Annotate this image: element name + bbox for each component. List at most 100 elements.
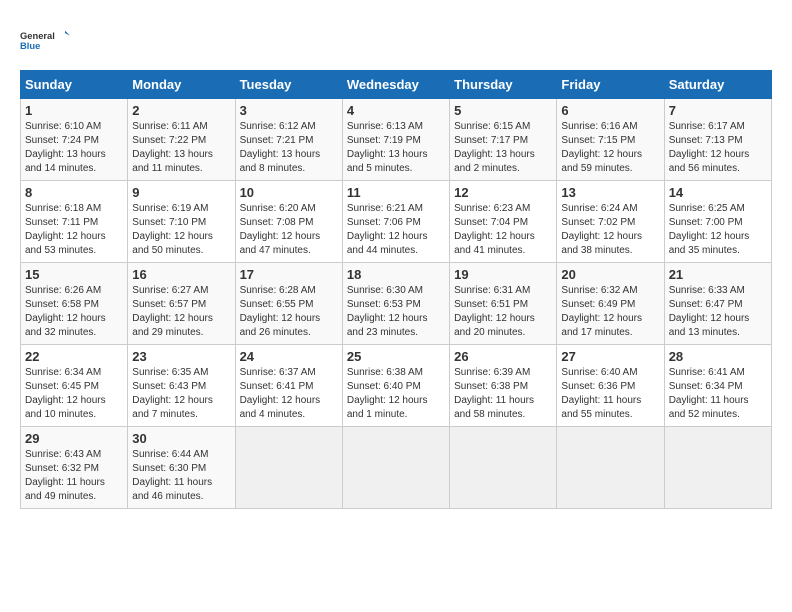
day-info: Sunrise: 6:40 AM Sunset: 6:36 PM Dayligh… xyxy=(561,366,659,422)
calendar-week-row: 15 Sunrise: 6:26 AM Sunset: 6:58 PM Dayli… xyxy=(21,263,772,345)
calendar-cell: 20 Sunrise: 6:32 AM Sunset: 6:49 PM Dayli… xyxy=(557,263,664,345)
weekday-header: Monday xyxy=(128,71,235,99)
day-number: 17 xyxy=(240,267,338,282)
day-info: Sunrise: 6:17 AM Sunset: 7:13 PM Dayligh… xyxy=(669,120,767,176)
calendar-cell: 14Sunrise: 6:25 AM Sunset: 7:00 PM Dayli… xyxy=(664,181,771,263)
day-info: Sunrise: 6:27 AM Sunset: 6:57 PM Dayligh… xyxy=(132,284,230,340)
svg-text:General: General xyxy=(20,31,55,41)
day-number: 20 xyxy=(561,267,659,282)
calendar-week-row: 29 Sunrise: 6:43 AM Sunset: 6:32 PM Dayli… xyxy=(21,427,772,509)
day-number: 11 xyxy=(347,185,445,200)
day-info: Sunrise: 6:20 AM Sunset: 7:08 PM Dayligh… xyxy=(240,202,338,258)
page-header: General Blue xyxy=(20,20,772,60)
calendar-cell: 3 Sunrise: 6:12 AM Sunset: 7:21 PM Daylig… xyxy=(235,99,342,181)
day-number: 9 xyxy=(132,185,230,200)
calendar-cell: 22 Sunrise: 6:34 AM Sunset: 6:45 PM Dayli… xyxy=(21,345,128,427)
calendar-cell: 16 Sunrise: 6:27 AM Sunset: 6:57 PM Dayli… xyxy=(128,263,235,345)
day-number: 13 xyxy=(561,185,659,200)
day-number: 3 xyxy=(240,103,338,118)
calendar-cell: 2 Sunrise: 6:11 AM Sunset: 7:22 PM Daylig… xyxy=(128,99,235,181)
weekday-header: Thursday xyxy=(450,71,557,99)
day-number: 14 xyxy=(669,185,767,200)
day-info: Sunrise: 6:35 AM Sunset: 6:43 PM Dayligh… xyxy=(132,366,230,422)
logo-svg: General Blue xyxy=(20,20,70,60)
day-info: Sunrise: 6:33 AM Sunset: 6:47 PM Dayligh… xyxy=(669,284,767,340)
day-info: Sunrise: 6:24 AM Sunset: 7:02 PM Dayligh… xyxy=(561,202,659,258)
calendar-cell xyxy=(557,427,664,509)
calendar-cell: 9 Sunrise: 6:19 AM Sunset: 7:10 PM Daylig… xyxy=(128,181,235,263)
logo: General Blue xyxy=(20,20,70,60)
day-number: 22 xyxy=(25,349,123,364)
calendar-week-row: 1 Sunrise: 6:10 AM Sunset: 7:24 PM Daylig… xyxy=(21,99,772,181)
calendar-cell xyxy=(235,427,342,509)
day-info: Sunrise: 6:18 AM Sunset: 7:11 PM Dayligh… xyxy=(25,202,123,258)
day-number: 18 xyxy=(347,267,445,282)
day-number: 12 xyxy=(454,185,552,200)
day-info: Sunrise: 6:15 AM Sunset: 7:17 PM Dayligh… xyxy=(454,120,552,176)
calendar-cell: 15 Sunrise: 6:26 AM Sunset: 6:58 PM Dayli… xyxy=(21,263,128,345)
day-number: 23 xyxy=(132,349,230,364)
day-number: 6 xyxy=(561,103,659,118)
weekday-header: Wednesday xyxy=(342,71,449,99)
calendar-cell: 11Sunrise: 6:21 AM Sunset: 7:06 PM Dayli… xyxy=(342,181,449,263)
calendar-cell: 4 Sunrise: 6:13 AM Sunset: 7:19 PM Daylig… xyxy=(342,99,449,181)
day-number: 28 xyxy=(669,349,767,364)
calendar-cell: 6 Sunrise: 6:16 AM Sunset: 7:15 PM Daylig… xyxy=(557,99,664,181)
calendar-cell: 18Sunrise: 6:30 AM Sunset: 6:53 PM Dayli… xyxy=(342,263,449,345)
day-number: 7 xyxy=(669,103,767,118)
calendar-cell: 17 Sunrise: 6:28 AM Sunset: 6:55 PM Dayli… xyxy=(235,263,342,345)
day-number: 24 xyxy=(240,349,338,364)
calendar-cell: 28 Sunrise: 6:41 AM Sunset: 6:34 PM Dayli… xyxy=(664,345,771,427)
day-info: Sunrise: 6:10 AM Sunset: 7:24 PM Dayligh… xyxy=(25,120,123,176)
weekday-header: Tuesday xyxy=(235,71,342,99)
weekday-header-row: SundayMondayTuesdayWednesdayThursdayFrid… xyxy=(21,71,772,99)
day-info: Sunrise: 6:39 AM Sunset: 6:38 PM Dayligh… xyxy=(454,366,552,422)
day-info: Sunrise: 6:41 AM Sunset: 6:34 PM Dayligh… xyxy=(669,366,767,422)
calendar-cell: 21 Sunrise: 6:33 AM Sunset: 6:47 PM Dayli… xyxy=(664,263,771,345)
day-info: Sunrise: 6:16 AM Sunset: 7:15 PM Dayligh… xyxy=(561,120,659,176)
calendar-cell xyxy=(450,427,557,509)
day-info: Sunrise: 6:43 AM Sunset: 6:32 PM Dayligh… xyxy=(25,448,123,504)
calendar-cell xyxy=(342,427,449,509)
calendar-cell: 24 Sunrise: 6:37 AM Sunset: 6:41 PM Dayli… xyxy=(235,345,342,427)
calendar-week-row: 8Sunrise: 6:18 AM Sunset: 7:11 PM Daylig… xyxy=(21,181,772,263)
day-info: Sunrise: 6:26 AM Sunset: 6:58 PM Dayligh… xyxy=(25,284,123,340)
calendar-cell: 13 Sunrise: 6:24 AM Sunset: 7:02 PM Dayli… xyxy=(557,181,664,263)
day-number: 16 xyxy=(132,267,230,282)
day-info: Sunrise: 6:19 AM Sunset: 7:10 PM Dayligh… xyxy=(132,202,230,258)
day-number: 1 xyxy=(25,103,123,118)
day-number: 30 xyxy=(132,431,230,446)
day-number: 2 xyxy=(132,103,230,118)
calendar-cell: 1 Sunrise: 6:10 AM Sunset: 7:24 PM Daylig… xyxy=(21,99,128,181)
day-number: 21 xyxy=(669,267,767,282)
day-number: 10 xyxy=(240,185,338,200)
calendar-cell: 30 Sunrise: 6:44 AM Sunset: 6:30 PM Dayli… xyxy=(128,427,235,509)
calendar-cell: 29 Sunrise: 6:43 AM Sunset: 6:32 PM Dayli… xyxy=(21,427,128,509)
calendar-cell: 19Sunrise: 6:31 AM Sunset: 6:51 PM Dayli… xyxy=(450,263,557,345)
weekday-header: Sunday xyxy=(21,71,128,99)
day-number: 29 xyxy=(25,431,123,446)
day-number: 15 xyxy=(25,267,123,282)
day-number: 19 xyxy=(454,267,552,282)
day-number: 27 xyxy=(561,349,659,364)
day-number: 4 xyxy=(347,103,445,118)
calendar-cell: 26 Sunrise: 6:39 AM Sunset: 6:38 PM Dayli… xyxy=(450,345,557,427)
calendar-cell: 10 Sunrise: 6:20 AM Sunset: 7:08 PM Dayli… xyxy=(235,181,342,263)
day-info: Sunrise: 6:32 AM Sunset: 6:49 PM Dayligh… xyxy=(561,284,659,340)
day-info: Sunrise: 6:11 AM Sunset: 7:22 PM Dayligh… xyxy=(132,120,230,176)
day-info: Sunrise: 6:13 AM Sunset: 7:19 PM Dayligh… xyxy=(347,120,445,176)
calendar-cell: 27 Sunrise: 6:40 AM Sunset: 6:36 PM Dayli… xyxy=(557,345,664,427)
day-number: 26 xyxy=(454,349,552,364)
day-info: Sunrise: 6:28 AM Sunset: 6:55 PM Dayligh… xyxy=(240,284,338,340)
calendar-cell: 8Sunrise: 6:18 AM Sunset: 7:11 PM Daylig… xyxy=(21,181,128,263)
day-info: Sunrise: 6:44 AM Sunset: 6:30 PM Dayligh… xyxy=(132,448,230,504)
svg-text:Blue: Blue xyxy=(20,41,40,51)
day-info: Sunrise: 6:37 AM Sunset: 6:41 PM Dayligh… xyxy=(240,366,338,422)
calendar-week-row: 22 Sunrise: 6:34 AM Sunset: 6:45 PM Dayli… xyxy=(21,345,772,427)
day-number: 5 xyxy=(454,103,552,118)
calendar-cell: 12 Sunrise: 6:23 AM Sunset: 7:04 PM Dayli… xyxy=(450,181,557,263)
calendar-cell: 5 Sunrise: 6:15 AM Sunset: 7:17 PM Daylig… xyxy=(450,99,557,181)
day-info: Sunrise: 6:12 AM Sunset: 7:21 PM Dayligh… xyxy=(240,120,338,176)
day-info: Sunrise: 6:23 AM Sunset: 7:04 PM Dayligh… xyxy=(454,202,552,258)
day-info: Sunrise: 6:34 AM Sunset: 6:45 PM Dayligh… xyxy=(25,366,123,422)
